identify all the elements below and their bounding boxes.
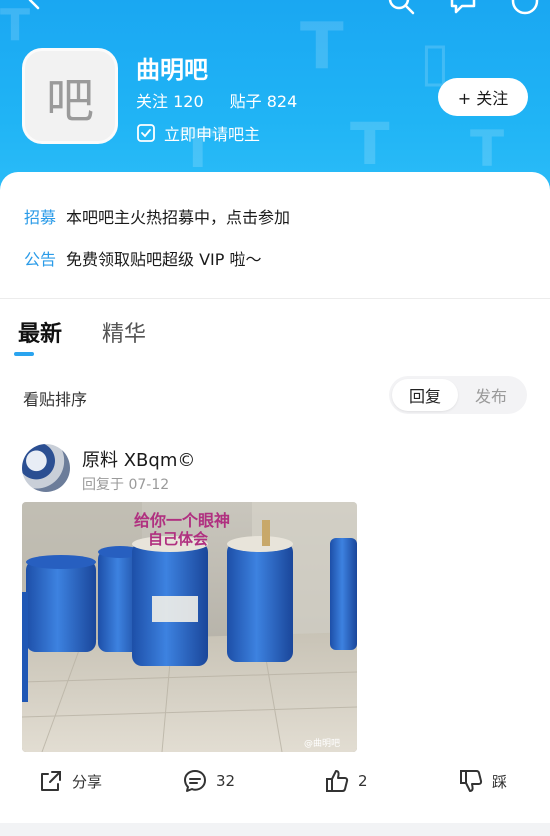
post-author-name[interactable]: 原料 XBqm© [82, 446, 195, 472]
checkbox-icon [137, 124, 155, 142]
share-icon [41, 771, 61, 791]
dislike-label: 踩 [492, 772, 508, 791]
recruit-notice[interactable]: 招募 本吧吧主火热招募中，点击参加 [24, 204, 290, 228]
active-tab-indicator [14, 352, 34, 356]
follow-count: 关注 120 [136, 92, 204, 111]
notice-text: 免费领取贴吧超级 VIP 啦～ [66, 250, 262, 269]
svg-text:@曲明吧: @曲明吧 [304, 738, 340, 749]
more-icon[interactable] [510, 0, 540, 16]
bg-pattern-glyph: T [350, 110, 390, 178]
svg-text:自己体会: 自己体会 [148, 530, 208, 548]
post-photo-barrels: 给你一个眼神 自己体会 @曲明吧 [22, 502, 357, 752]
sort-label: 看贴排序 [23, 390, 88, 409]
sort-option-reply[interactable]: 回复 [392, 379, 458, 411]
chat-icon[interactable] [448, 0, 478, 16]
notice-tag: 招募 [24, 208, 57, 227]
forum-avatar[interactable]: 吧 [22, 48, 118, 144]
comment-count: 32 [216, 772, 236, 790]
forum-avatar-char: 吧 [45, 73, 94, 129]
share-label: 分享 [72, 772, 103, 791]
post-actions: 分享 32 2 踩 [0, 768, 550, 804]
tab-featured[interactable]: 精华 [102, 316, 146, 348]
comment-icon [184, 770, 206, 792]
next-post-gap [0, 823, 550, 836]
bg-pattern-glyph: T [300, 10, 344, 84]
apply-moderator-label: 立即申请吧主 [164, 125, 261, 144]
post-time: 回复于 07-12 [82, 477, 170, 493]
post-count: 贴子 824 [229, 92, 298, 111]
announcement-notice[interactable]: 公告 免费领取贴吧超级 VIP 啦～ [24, 246, 262, 270]
search-icon[interactable] [386, 0, 416, 16]
like-button[interactable]: 2 [324, 768, 368, 794]
thumbs-down-icon [460, 770, 483, 792]
notice-text: 本吧吧主火热招募中，点击参加 [66, 208, 291, 227]
post-author-avatar[interactable] [22, 444, 70, 492]
post-image[interactable]: 给你一个眼神 自己体会 @曲明吧 [22, 502, 357, 752]
comment-button[interactable]: 32 [182, 768, 235, 794]
forum-header: T ▯ T T T T 吧 曲明吧 关注 120 贴子 824 立即申请吧主 +… [0, 0, 550, 200]
svg-text:给你一个眼神: 给你一个眼神 [134, 511, 230, 530]
bg-pattern-glyph: T [470, 120, 505, 178]
dislike-button[interactable]: 踩 [458, 768, 507, 794]
tab-latest[interactable]: 最新 [18, 316, 62, 348]
share-button[interactable]: 分享 [38, 768, 102, 794]
forum-stats: 关注 120 贴子 824 [136, 88, 297, 112]
forum-name: 曲明吧 [136, 56, 208, 84]
sort-option-publish[interactable]: 发布 [458, 379, 524, 411]
divider [0, 298, 550, 299]
sort-toggle: 回复 发布 [389, 376, 527, 414]
like-count: 2 [358, 772, 368, 790]
follow-button[interactable]: + 关注 [438, 78, 528, 116]
forum-content-card: 招募 本吧吧主火热招募中，点击参加 公告 免费领取贴吧超级 VIP 啦～ 最新 … [0, 172, 550, 836]
apply-moderator-link[interactable]: 立即申请吧主 [136, 121, 260, 145]
notice-tag: 公告 [24, 250, 57, 269]
back-arrow-icon[interactable] [22, 0, 46, 12]
post-tabs: 最新 精华 [18, 316, 146, 348]
follow-button-label: + 关注 [457, 89, 509, 108]
thumbs-up-icon [326, 770, 349, 792]
